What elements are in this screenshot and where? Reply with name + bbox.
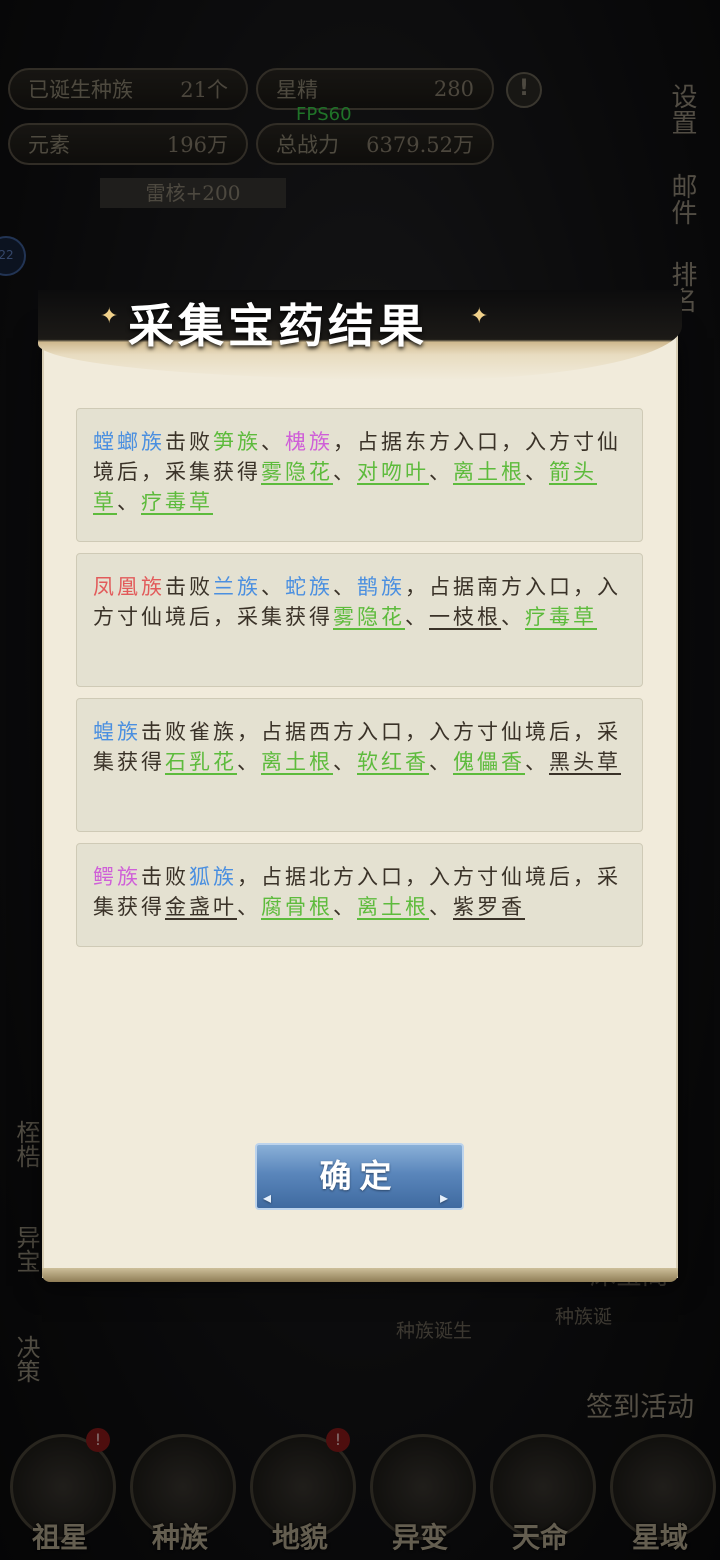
result-text: 蝗族	[93, 720, 141, 744]
herb-name: 疗毒草	[141, 490, 213, 514]
sparkle-icon: ✦	[100, 304, 119, 329]
result-text: 、	[117, 490, 141, 514]
confirm-button[interactable]: ◂ 确定 ▸	[255, 1143, 464, 1210]
dialog-bottom-decoration	[42, 1268, 678, 1282]
result-text: 、	[429, 750, 453, 774]
herb-name: 软红香	[357, 750, 429, 774]
herb-name: 腐骨根	[261, 895, 333, 919]
result-text: 狐族	[189, 865, 237, 889]
result-text: 、	[429, 460, 453, 484]
button-ornament-icon: ▸	[439, 1188, 456, 1207]
result-text: 、	[237, 750, 261, 774]
result-text: 螳螂族	[93, 430, 165, 454]
result-card: 螳螂族击败笋族、槐族，占据东方入口，入方寸仙境后，采集获得雾隐花、对吻叶、离土根…	[76, 408, 643, 542]
herb-name: 傀儡香	[453, 750, 525, 774]
result-text: 、	[525, 750, 549, 774]
button-ornament-icon: ◂	[263, 1188, 280, 1207]
result-text: 、	[501, 605, 525, 629]
result-text: 凤凰族	[93, 575, 165, 599]
herb-name: 紫罗香	[453, 895, 525, 919]
result-text: 兰族	[213, 575, 261, 599]
result-text: 击败	[165, 430, 213, 454]
result-text: 槐族	[285, 430, 333, 454]
result-text: 蛇族	[285, 575, 333, 599]
result-text: 鹊族	[357, 575, 405, 599]
herb-name: 黑头草	[549, 750, 621, 774]
result-text: 击败	[165, 575, 213, 599]
result-card: 凤凰族击败兰族、蛇族、鹊族，占据南方入口，入方寸仙境后，采集获得雾隐花、一枝根、…	[76, 553, 643, 687]
result-card: 蝗族击败雀族，占据西方入口，入方寸仙境后，采集获得石乳花、离土根、软红香、傀儡香…	[76, 698, 643, 832]
herb-name: 雾隐花	[333, 605, 405, 629]
sparkle-icon: ✦	[470, 304, 489, 329]
result-text: 、	[525, 460, 549, 484]
herb-name: 金盏叶	[165, 895, 237, 919]
confirm-button-label: 确定	[319, 1157, 400, 1195]
result-text: 、	[333, 750, 357, 774]
result-text: 、	[237, 895, 261, 919]
herb-name: 离土根	[357, 895, 429, 919]
result-text: 笋族	[213, 430, 261, 454]
herb-name: 一枝根	[429, 605, 501, 629]
result-text: 、	[333, 460, 357, 484]
result-text: 击败	[141, 865, 189, 889]
herb-name: 疗毒草	[525, 605, 597, 629]
herb-name: 雾隐花	[261, 460, 333, 484]
herb-name: 离土根	[453, 460, 525, 484]
result-text: 、	[333, 895, 357, 919]
result-text: 、	[261, 575, 285, 599]
result-text: 、	[333, 575, 357, 599]
herb-name: 石乳花	[165, 750, 237, 774]
result-text: 、	[429, 895, 453, 919]
result-card: 鳄族击败狐族，占据北方入口，入方寸仙境后，采集获得金盏叶、腐骨根、离土根、紫罗香	[76, 843, 643, 947]
result-text: 、	[261, 430, 285, 454]
herb-name: 对吻叶	[357, 460, 429, 484]
result-text: 、	[405, 605, 429, 629]
dialog-title: 采集宝药结果	[128, 299, 428, 353]
herb-name: 离土根	[261, 750, 333, 774]
result-text: 鳄族	[93, 865, 141, 889]
